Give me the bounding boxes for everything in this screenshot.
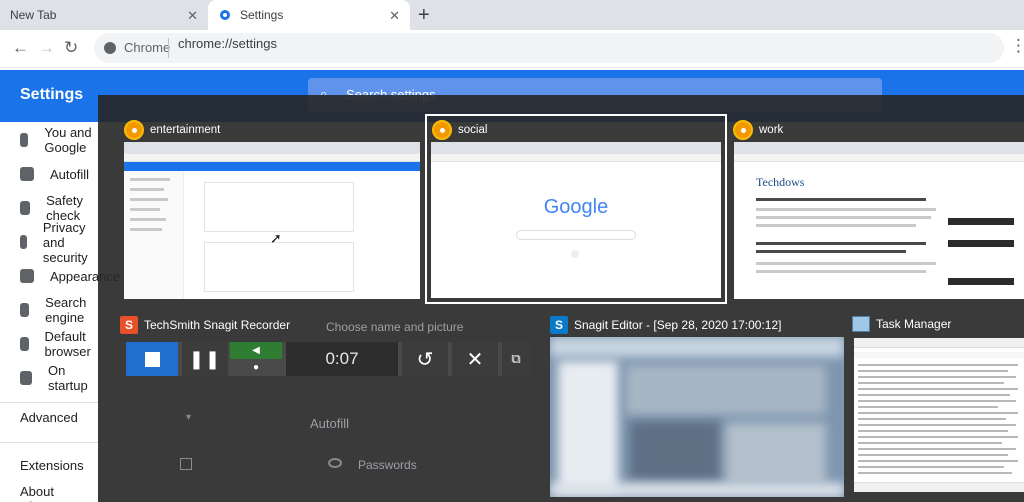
pause-icon: ❚❚ (188, 348, 222, 369)
expand-icon: ⧉ (511, 351, 521, 366)
window-title-label: Snagit Editor - [Sep 28, 2020 17:00:12] (574, 318, 782, 332)
forward-arrow-icon[interactable]: → (38, 38, 55, 58)
recording-timer: 0:07 (286, 342, 398, 376)
shield-icon (20, 235, 27, 249)
window-thumbnail-entertainment[interactable] (124, 142, 420, 299)
power-icon (20, 371, 32, 385)
window-title-entertainment[interactable]: entertainment (124, 120, 220, 140)
tab-settings[interactable]: Settings ✕ (208, 0, 410, 30)
chrome-profile-icon (733, 120, 753, 140)
microphone-icon[interactable]: ● (230, 359, 282, 376)
site-chip-label: Chrome (124, 40, 171, 55)
window-title-snagit-editor[interactable]: S Snagit Editor - [Sep 28, 2020 17:00:12… (550, 316, 781, 334)
chevron-down-icon: ▾ (186, 412, 192, 423)
window-thumbnail-task-manager[interactable] (854, 338, 1024, 492)
window-thumbnail-social[interactable]: Google (431, 142, 721, 298)
sidebar-item-search-engine[interactable]: Search engine (0, 293, 100, 327)
autofill-section-title: Autofill (310, 416, 350, 431)
speaker-icon[interactable]: ◀ (230, 342, 282, 359)
snagit-recorder-toolbar[interactable]: ❚❚ ◀ ● 0:07 ↺ ✕ ⧉ (126, 342, 530, 376)
sidebar-item-privacy[interactable]: Privacy and security (0, 220, 100, 265)
restart-button[interactable]: ↺ (402, 342, 448, 376)
stop-icon (144, 351, 160, 367)
shield-check-icon (20, 201, 31, 215)
sidebar-item-label: You and Google (44, 125, 92, 155)
chrome-site-icon (104, 41, 116, 54)
stop-recording-button[interactable] (126, 342, 178, 376)
tab-label: Settings (240, 8, 284, 22)
sidebar-divider (0, 442, 100, 443)
window-thumbnail-work[interactable]: Techdows (734, 142, 1024, 299)
reload-icon[interactable]: ↻ (64, 38, 78, 58)
tab-label: New Tab (10, 8, 57, 22)
site-chip[interactable]: Chrome (104, 40, 170, 55)
window-title-snagit-recorder[interactable]: S TechSmith Snagit Recorder (120, 316, 290, 334)
omnibox-divider (168, 38, 169, 58)
audio-toggles[interactable]: ◀ ● (230, 342, 282, 376)
person-icon (20, 133, 29, 147)
snagit-icon: S (120, 316, 138, 334)
settings-gear-icon (218, 8, 232, 22)
cancel-recording-button[interactable]: ✕ (452, 342, 498, 376)
sidebar-item-label: Default browser (44, 329, 91, 359)
pause-button[interactable]: ❚❚ (182, 342, 228, 376)
back-arrow-icon[interactable]: ← (12, 38, 29, 58)
sidebar-item-label: Search engine (45, 295, 87, 325)
fullscreen-button[interactable]: ⧉ (502, 342, 530, 376)
sidebar-item-advanced[interactable]: Advanced (0, 400, 78, 434)
browser-window-icon (20, 337, 29, 351)
sidebar-item-label: On startup (48, 363, 88, 393)
clipboard-icon (20, 167, 34, 181)
window-title-work[interactable]: work (733, 120, 783, 140)
sidebar-item-about[interactable]: About Chrome (0, 482, 100, 502)
sidebar-item-you-and-google[interactable]: You and Google (0, 123, 100, 157)
new-tab-plus-icon[interactable]: + (418, 4, 430, 27)
mouse-cursor-icon: ➚ (270, 230, 282, 246)
google-logo: Google (543, 196, 609, 218)
passwords-row: Passwords (358, 458, 417, 472)
window-thumbnail-snagit-editor[interactable] (550, 337, 844, 497)
sidebar-item-default-browser[interactable]: Default browser (0, 327, 100, 361)
page-title: Settings (20, 86, 84, 103)
sidebar-item-label: Safety check (46, 193, 83, 223)
key-icon (328, 458, 342, 468)
task-manager-icon (852, 316, 870, 332)
sidebar-item-label: Autofill (50, 166, 90, 182)
snagit-editor-icon: S (550, 316, 568, 334)
sidebar-item-on-startup[interactable]: On startup (0, 361, 100, 395)
window-title-label: entertainment (150, 124, 221, 136)
chrome-profile-icon (124, 120, 144, 140)
sidebar-item-label: Privacy and security (42, 219, 88, 265)
palette-icon (20, 269, 34, 283)
close-tab-icon[interactable]: ✕ (389, 8, 400, 24)
close-icon: ✕ (466, 348, 484, 371)
external-link-icon (180, 458, 192, 470)
window-title-task-manager[interactable]: Task Manager (852, 316, 951, 332)
settings-sidebar: You and Google Autofill Safety check Pri… (0, 122, 120, 502)
more-menu-icon[interactable]: ⋮ (1010, 36, 1024, 56)
window-title-label: TechSmith Snagit Recorder (144, 318, 291, 332)
sidebar-item-autofill[interactable]: Autofill (0, 157, 89, 191)
site-title: Techdows (756, 175, 805, 189)
sidebar-item-extensions[interactable]: Extensions (0, 448, 84, 482)
tab-new-tab[interactable]: New Tab ✕ (0, 0, 208, 30)
search-icon (20, 303, 30, 317)
window-title-label: Task Manager (876, 317, 952, 331)
choose-name-label: Choose name and picture (326, 320, 464, 334)
url-text[interactable]: chrome://settings (178, 36, 277, 51)
close-tab-icon[interactable]: ✕ (187, 8, 198, 24)
window-title-label: work (759, 124, 784, 136)
restart-icon: ↺ (416, 348, 434, 371)
